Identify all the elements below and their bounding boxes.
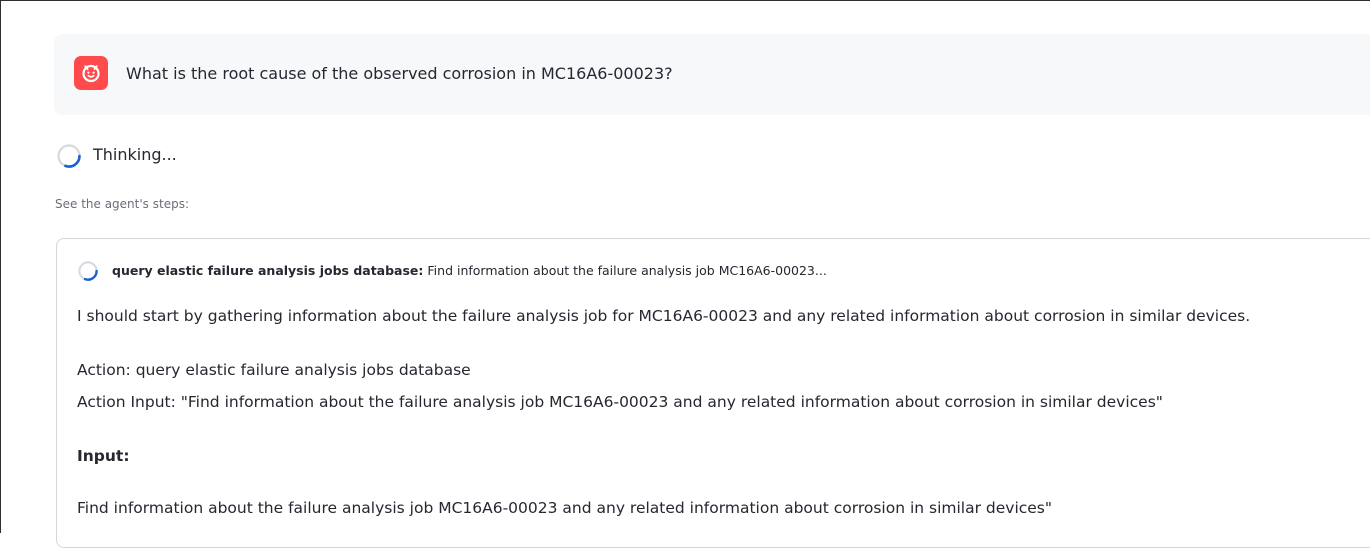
robot-face-icon [82,64,100,83]
app-frame: What is the root cause of the observed c… [0,0,1370,548]
steps-caption: See the agent's steps: [55,197,189,211]
thinking-label: Thinking... [93,145,177,164]
user-chat-message: What is the root cause of the observed c… [54,34,1370,115]
user-message-text: What is the root cause of the observed c… [126,64,673,83]
tool-query: Find information about the failure analy… [423,263,827,278]
loading-spinner-icon [57,144,81,168]
tool-name: query elastic failure analysis jobs data… [112,263,424,278]
agent-thought: I should start by gathering information … [77,307,1251,325]
avatar [74,56,108,90]
action-line: Action: query elastic failure analysis j… [77,361,471,379]
input-text: Find information about the failure analy… [77,499,1053,517]
loading-spinner-icon [78,261,98,281]
action-input-line: Action Input: "Find information about th… [77,393,1163,411]
step-title: query elastic failure analysis jobs data… [112,262,827,280]
input-label: Input: [77,447,130,465]
agent-steps-panel: query elastic failure analysis jobs data… [56,238,1370,548]
